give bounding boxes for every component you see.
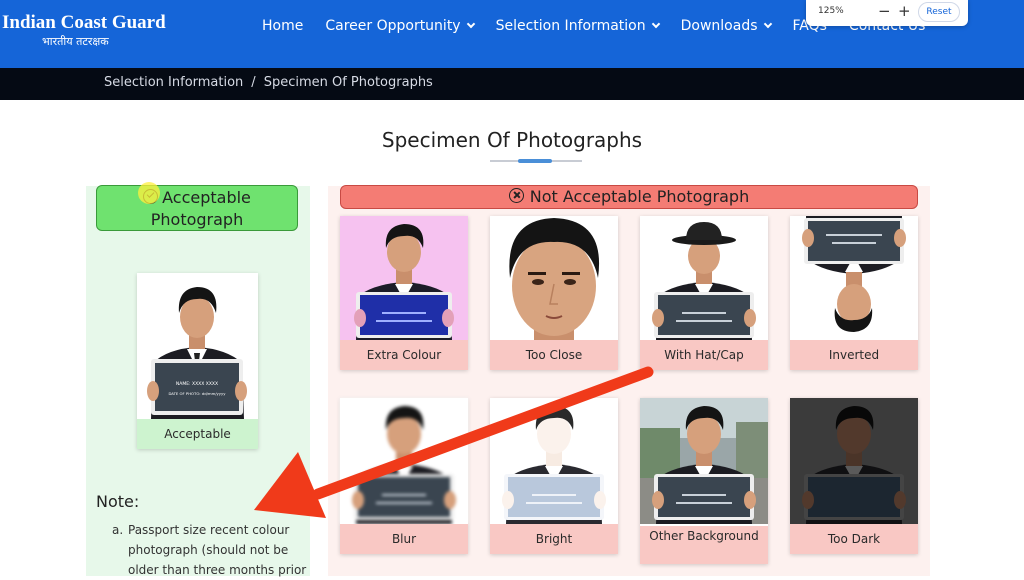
annotation-arrow-icon: [254, 366, 654, 518]
